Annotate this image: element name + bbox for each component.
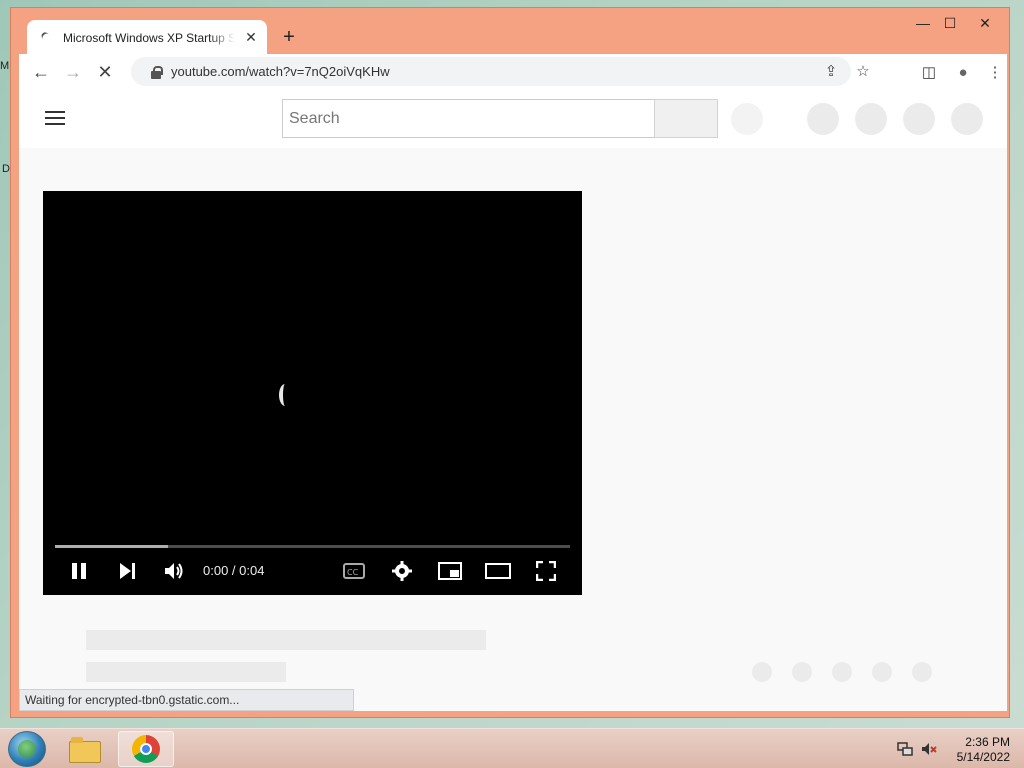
system-clock[interactable]: 2:36 PM 5/14/2022 (940, 735, 1010, 765)
search-button[interactable] (654, 99, 718, 138)
theater-mode-icon (485, 563, 511, 579)
next-button[interactable] (115, 559, 139, 583)
volume-muted-icon-svg (922, 743, 937, 755)
captions-icon: CC (343, 563, 365, 579)
clock-time: 2:36 PM (965, 735, 1010, 749)
buffered-bar (55, 545, 169, 548)
pause-icon (72, 563, 86, 579)
desktop-icon-label-fragment: D (2, 163, 10, 175)
network-icon-svg (897, 742, 913, 756)
taskbar: 2:36 PM 5/14/2022 (0, 728, 1024, 768)
network-icon[interactable] (897, 741, 913, 757)
share-icon[interactable]: ⇪ (817, 57, 845, 85)
settings-button[interactable] (389, 559, 415, 583)
pause-button[interactable] (67, 559, 91, 583)
search-placeholder: Search (289, 109, 340, 127)
action-placeholder (832, 662, 852, 682)
close-window-button[interactable]: ✕ (971, 12, 999, 34)
youtube-header: Search (19, 90, 1007, 148)
clock-date: 5/14/2022 (956, 750, 1010, 764)
new-tab-button[interactable]: + (277, 25, 301, 49)
bookmark-star-icon[interactable]: ☆ (849, 57, 877, 85)
browser-menu-icon[interactable]: ⋮ (981, 58, 1009, 86)
chrome-icon (132, 735, 160, 763)
fullscreen-icon (536, 561, 556, 581)
action-placeholder (912, 662, 932, 682)
browser-tab[interactable]: Microsoft Windows XP Startup S ✕ (27, 20, 267, 55)
gear-icon (392, 561, 412, 581)
stop-loading-button[interactable]: ✕ (91, 58, 119, 86)
tab-close-icon[interactable]: ✕ (241, 28, 261, 48)
action-placeholder (872, 662, 892, 682)
action-placeholder (792, 662, 812, 682)
header-icon-placeholder (807, 103, 839, 135)
voice-search-placeholder (731, 103, 763, 135)
web-page: Search 0:00 / 0:04 CC (19, 90, 1007, 711)
start-orb-icon[interactable] (8, 731, 46, 767)
folder-icon (69, 737, 101, 763)
captions-button[interactable]: CC (341, 559, 367, 583)
action-placeholder (752, 662, 772, 682)
subtitle-placeholder (86, 662, 286, 682)
header-icon-placeholder (855, 103, 887, 135)
side-panel-icon[interactable]: ◫ (915, 58, 943, 86)
video-player[interactable]: 0:00 / 0:04 CC (43, 191, 582, 595)
tab-title: Microsoft Windows XP Startup S (63, 30, 235, 45)
header-icon-placeholder (903, 103, 935, 135)
next-icon (120, 563, 135, 579)
lock-icon[interactable] (149, 65, 163, 79)
status-bubble: Waiting for encrypted-tbn0.gstatic.com..… (19, 689, 354, 711)
taskbar-explorer[interactable] (56, 731, 112, 767)
taskbar-chrome[interactable] (118, 731, 174, 767)
address-bar[interactable]: youtube.com/watch?v=7nQ2oiVqKHw ⇪ ☆ (131, 57, 870, 86)
loading-favicon-icon (39, 30, 55, 46)
title-placeholder (86, 630, 486, 650)
browser-titlebar: Microsoft Windows XP Startup S ✕ + — ☐ ✕ (11, 8, 1009, 55)
avatar-placeholder (951, 103, 983, 135)
volume-icon (165, 563, 183, 579)
miniplayer-icon (438, 562, 462, 580)
browser-window: Microsoft Windows XP Startup S ✕ + — ☐ ✕… (10, 7, 1010, 718)
maximize-button[interactable]: ☐ (936, 12, 964, 34)
profile-avatar-icon[interactable]: ● (949, 58, 977, 86)
volume-muted-icon[interactable] (921, 741, 937, 757)
theater-mode-button[interactable] (485, 559, 511, 583)
progress-bar[interactable] (55, 545, 570, 548)
miniplayer-button[interactable] (437, 559, 463, 583)
browser-toolbar: ← → ✕ youtube.com/watch?v=7nQ2oiVqKHw ⇪ … (19, 54, 1007, 90)
volume-button[interactable] (161, 559, 187, 583)
loading-spinner-icon (279, 384, 291, 406)
hamburger-menu-icon[interactable] (45, 111, 65, 125)
desktop-icon-label-fragment: M (0, 60, 10, 72)
time-display: 0:00 / 0:04 (203, 563, 265, 578)
url-text[interactable]: youtube.com/watch?v=7nQ2oiVqKHw (171, 64, 390, 79)
search-input[interactable]: Search (282, 99, 655, 138)
minimize-button[interactable]: — (909, 12, 937, 34)
svg-text:CC: CC (347, 568, 359, 577)
fullscreen-button[interactable] (533, 559, 559, 583)
back-button[interactable]: ← (27, 58, 55, 86)
forward-button[interactable]: → (59, 58, 87, 86)
